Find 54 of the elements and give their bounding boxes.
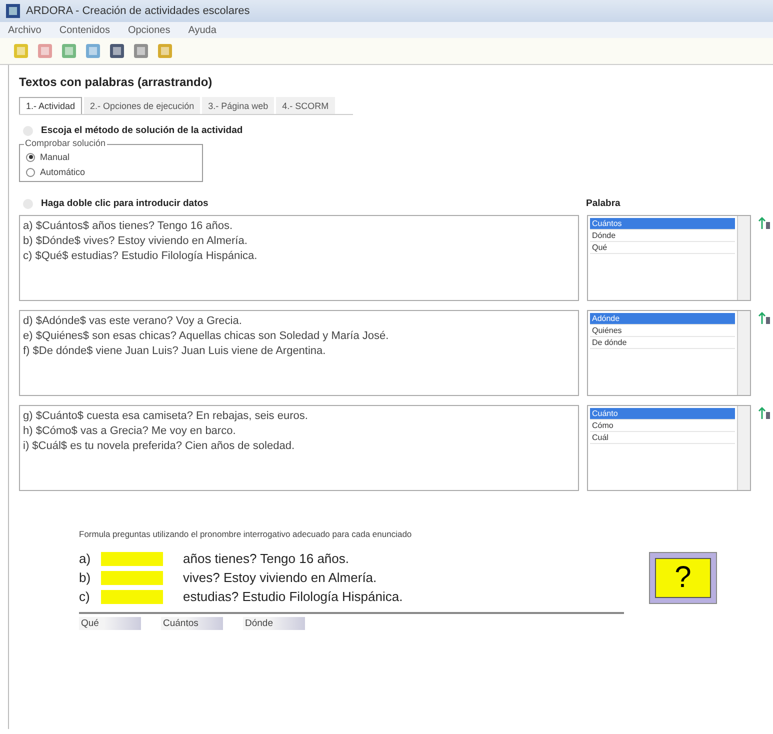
sentence-text: estudias? Estudio Filología Hispánica. xyxy=(183,589,403,604)
radio-label: Automático xyxy=(40,167,86,177)
word-list[interactable]: Cuántos Dónde Qué xyxy=(587,215,751,301)
column-label: Palabra xyxy=(586,198,620,209)
section-heading: Haga doble clic para introducir datos xyxy=(41,198,210,209)
drop-slot[interactable] xyxy=(101,570,163,584)
radio-button[interactable] xyxy=(26,152,35,162)
scrollbar[interactable] xyxy=(737,406,750,490)
text-area[interactable]: a) $Cuántos$ años tienes? Tengo 16 años. b) $Dónde$ vives? Estoy viviendo en Almería. c) $Qué$ estudias? Estudio Filología Hispánica. xyxy=(19,215,579,301)
list-item[interactable]: Quiénes xyxy=(590,325,735,337)
tab[interactable]: 4.- SCORM xyxy=(276,97,335,114)
menu-item[interactable]: Archivo xyxy=(8,24,42,36)
tab[interactable]: 2.- Opciones de ejecución xyxy=(84,97,200,114)
word-list[interactable]: Adónde Quiénes De dónde xyxy=(587,310,751,396)
scrollbar[interactable] xyxy=(737,311,750,395)
list-item[interactable]: Cuánto xyxy=(590,408,735,420)
word-chip[interactable]: Dónde xyxy=(243,617,305,630)
app-icon xyxy=(6,4,20,18)
word-chip[interactable]: Cuántos xyxy=(161,617,223,630)
scrollbar[interactable] xyxy=(737,216,750,300)
help-button[interactable]: ? xyxy=(649,552,717,604)
item-letter: c) xyxy=(79,589,91,604)
list-item[interactable]: Cuál xyxy=(590,432,735,444)
list-item[interactable]: Cuántos xyxy=(590,218,735,230)
window-title: ARDORA - Creación de actividades escolares xyxy=(26,5,250,17)
list-item[interactable]: Qué xyxy=(590,242,735,254)
instruction-text: Formula preguntas utilizando el pronombre interrogativo adecuado para cada enunciado xyxy=(79,529,413,539)
list-item[interactable]: De dónde xyxy=(590,337,735,349)
sentence-text: años tienes? Tengo 16 años. xyxy=(183,551,350,566)
sentence-text: vives? Estoy viviendo en Almería. xyxy=(183,570,377,585)
radio-button[interactable] xyxy=(26,168,35,176)
menu-item[interactable]: Opciones xyxy=(128,24,170,36)
text-area[interactable]: d) $Adónde$ vas este verano? Voy a Grecia. e) $Quiénes$ son esas chicas? Aquellas chicas son Soledad y María José. f) $De dónde$ viene Juan Luis? Juan Luis viene de Argentina. xyxy=(19,310,579,396)
text-area[interactable]: g) $Cuánto$ cuesta esa camiseta? En rebajas, seis euros. h) $Cómo$ vas a Grecia? Me voy en barco. i) $Cuál$ es tu novela preferida? Cien años de soledad. xyxy=(19,405,579,491)
item-letter: b) xyxy=(79,570,92,585)
list-item[interactable]: Cómo xyxy=(590,420,735,432)
section-heading: Escoja el método de solución de la actividad xyxy=(41,125,243,136)
drop-slot[interactable] xyxy=(101,590,163,604)
word-chip[interactable]: Qué xyxy=(79,617,141,630)
drop-slot[interactable] xyxy=(101,552,163,566)
list-item[interactable]: Dónde xyxy=(590,230,735,242)
menu-item[interactable]: Ayuda xyxy=(188,24,216,36)
sort-icon[interactable] xyxy=(757,312,771,326)
group-legend: Comprobar solución xyxy=(24,138,107,148)
word-list[interactable]: Cuánto Cómo Cuál xyxy=(587,405,751,491)
activity-title: Textos con palabras (arrastrando) xyxy=(19,74,214,91)
list-item[interactable]: Adónde xyxy=(590,313,735,325)
sort-icon[interactable] xyxy=(757,217,771,231)
sort-icon[interactable] xyxy=(757,407,771,421)
radio-label: Manual xyxy=(40,152,70,162)
tab[interactable]: 1.- Actividad xyxy=(19,97,82,114)
item-letter: a) xyxy=(79,551,92,566)
tab[interactable]: 3.- Página web xyxy=(202,97,274,114)
menu-item[interactable]: Contenidos xyxy=(59,24,110,36)
